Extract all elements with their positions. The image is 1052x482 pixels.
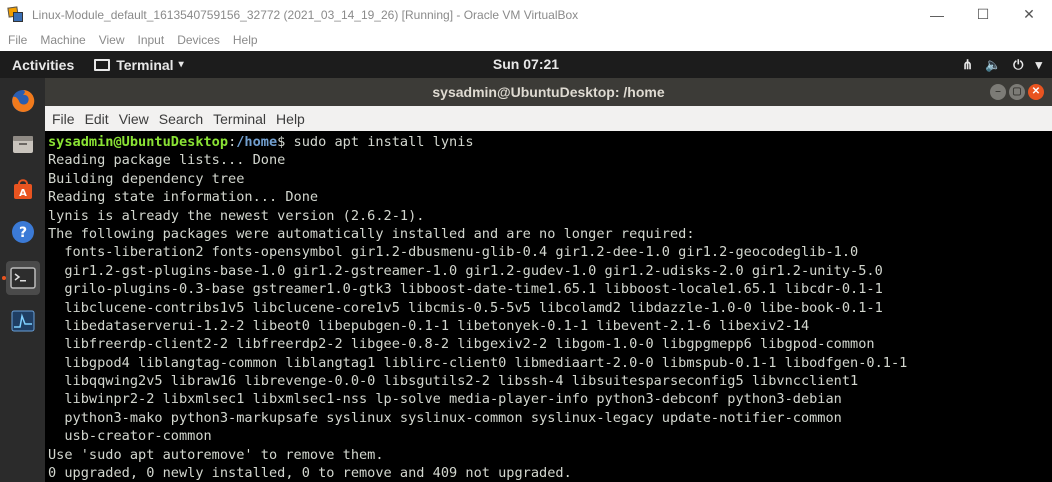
output-line: libfreerdp-client2-2 libfreerdp2-2 libge… — [48, 336, 875, 353]
network-icon: ⋔ — [962, 56, 973, 72]
terminal-close-button[interactable]: ✕ — [1028, 84, 1044, 100]
host-menu-help[interactable]: Help — [233, 33, 258, 47]
output-line: libgpod4 liblangtag-common liblangtag1 l… — [48, 354, 908, 371]
terminal-maximize-button[interactable]: ▢ — [1009, 84, 1025, 100]
output-line: usb-creator-common — [48, 428, 212, 445]
output-line: Use 'sudo apt autoremove' to remove them… — [48, 446, 384, 463]
terminal-app-icon — [94, 58, 111, 71]
svg-text:?: ? — [19, 225, 27, 241]
host-menubar: File Machine View Input Devices Help — [0, 29, 1052, 51]
dock-item-help[interactable]: ? — [6, 215, 40, 249]
terminal-menu-terminal[interactable]: Terminal — [213, 111, 266, 127]
output-line: 0 upgraded, 0 newly installed, 0 to remo… — [48, 465, 572, 482]
files-icon — [13, 136, 33, 153]
app-menu-button[interactable]: Terminal ▾ — [94, 56, 184, 73]
terminal-icon — [10, 267, 36, 289]
host-menu-input[interactable]: Input — [138, 33, 165, 47]
dock-item-system-monitor[interactable] — [6, 304, 40, 338]
output-line: Building dependency tree — [48, 170, 245, 187]
output-line: Reading package lists... Done — [48, 152, 286, 169]
volume-icon: 🔈 — [984, 56, 1002, 72]
terminal-menu-help[interactable]: Help — [276, 111, 305, 127]
guest-display: Activities Terminal ▾ Sun 07:21 ⋔ 🔈 ⏻ ▾ — [0, 51, 1052, 482]
dock-item-files[interactable] — [6, 127, 40, 161]
dock-item-software[interactable]: A — [6, 172, 40, 206]
terminal-menu-edit[interactable]: Edit — [85, 111, 109, 127]
host-titlebar: Linux-Module_default_1613540759156_32772… — [0, 0, 1052, 29]
terminal-menu-file[interactable]: File — [52, 111, 75, 127]
host-window-title: Linux-Module_default_1613540759156_32772… — [32, 7, 579, 22]
terminal-window-buttons: – ▢ ✕ — [990, 84, 1044, 100]
prompt-path: /home — [236, 134, 278, 150]
gnome-top-bar: Activities Terminal ▾ Sun 07:21 ⋔ 🔈 ⏻ ▾ — [0, 51, 1052, 78]
system-monitor-icon — [11, 310, 35, 332]
terminal-title: sysadmin@UbuntuDesktop: /home — [432, 84, 665, 100]
svg-text:A: A — [19, 188, 27, 199]
dock-item-firefox[interactable] — [6, 84, 40, 118]
host-menu-machine[interactable]: Machine — [40, 33, 85, 47]
host-window-controls: — ☐ ✕ — [914, 0, 1052, 29]
maximize-button[interactable]: ☐ — [960, 0, 1006, 29]
minimize-button[interactable]: — — [914, 0, 960, 29]
host-menu-view[interactable]: View — [99, 33, 125, 47]
output-line: lynis is already the newest version (2.6… — [48, 207, 425, 224]
app-menu-label: Terminal — [116, 56, 174, 73]
system-tray[interactable]: ⋔ 🔈 ⏻ ▾ — [962, 51, 1042, 78]
terminal-minimize-button[interactable]: – — [990, 84, 1006, 100]
terminal-titlebar: sysadmin@UbuntuDesktop: /home – ▢ ✕ — [45, 78, 1052, 106]
prompt-command: sudo apt install lynis — [285, 134, 474, 150]
activities-button[interactable]: Activities — [12, 57, 74, 73]
terminal-menubar: File Edit View Search Terminal Help — [45, 106, 1052, 131]
output-line: libwinpr2-2 libxmlsec1 libxmlsec1-nss lp… — [48, 391, 842, 408]
help-icon: ? — [12, 221, 34, 243]
software-center-icon: A — [14, 179, 32, 199]
host-menu-devices[interactable]: Devices — [177, 33, 220, 47]
close-button[interactable]: ✕ — [1006, 0, 1052, 29]
output-line: Reading state information... Done — [48, 189, 319, 206]
terminal-menu-view[interactable]: View — [119, 111, 149, 127]
prompt-user-host: sysadmin@UbuntuDesktop — [48, 134, 229, 150]
prompt-line: sysadmin@UbuntuDesktop:/home$ sudo apt i… — [48, 133, 1052, 151]
output-line: libclucene-contribs1v5 libclucene-core1v… — [48, 299, 883, 316]
host-menu-file[interactable]: File — [8, 33, 27, 47]
tray-menu-icon: ▾ — [1035, 56, 1042, 72]
output-line: The following packages were automaticall… — [48, 225, 695, 242]
output-line: fonts-liberation2 fonts-opensymbol gir1.… — [48, 244, 859, 261]
dock: A ? — [0, 78, 45, 482]
output-line: python3-mako python3-markupsafe syslinux… — [48, 409, 842, 426]
firefox-icon — [12, 89, 35, 112]
dock-item-terminal[interactable] — [6, 261, 40, 295]
output-line: gir1.2-gst-plugins-base-1.0 gir1.2-gstre… — [48, 262, 883, 279]
terminal-menu-search[interactable]: Search — [159, 111, 203, 127]
output-line: grilo-plugins-0.3-base gstreamer1.0-gtk3… — [48, 281, 883, 298]
output-line: libqqwing2v5 libraw16 librevenge-0.0-0 l… — [48, 373, 859, 390]
power-icon: ⏻ — [1013, 56, 1024, 72]
terminal-output[interactable]: sysadmin@UbuntuDesktop:/home$ sudo apt i… — [45, 131, 1052, 482]
virtualbox-icon — [7, 5, 24, 23]
chevron-down-icon: ▾ — [178, 59, 184, 70]
output-line: libedataserverui-1.2-2 libeot0 libepubge… — [48, 317, 810, 334]
